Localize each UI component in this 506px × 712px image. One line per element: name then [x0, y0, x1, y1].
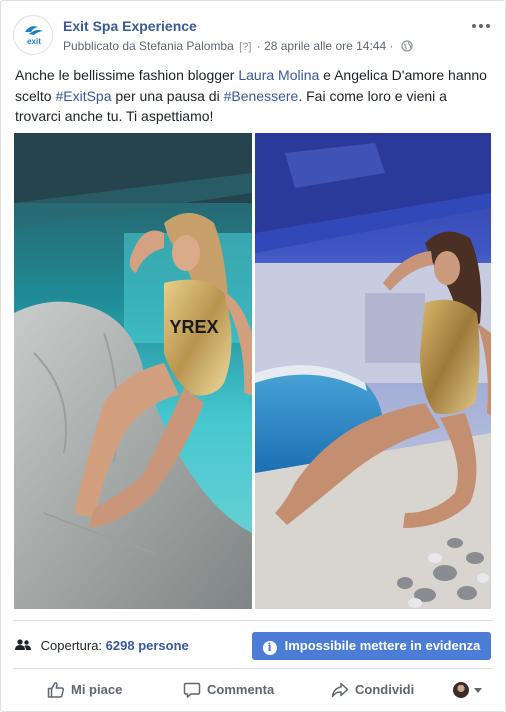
svg-text:exit: exit	[27, 37, 41, 46]
info-icon: i	[262, 641, 277, 655]
meta-separator: ·	[256, 39, 261, 53]
user-avatar	[453, 682, 469, 698]
exit-logo-icon: exit	[15, 17, 52, 54]
post-text: Anche le bellissime fashion blogger Laur…	[15, 65, 495, 127]
hashtag-exitspa[interactable]: #ExitSpa	[55, 88, 111, 104]
post-header: exit Exit Spa Experience Pubblicato da S…	[13, 13, 493, 57]
mention-laura-molina[interactable]: Laura Molina	[238, 67, 319, 83]
comment-button[interactable]: Commenta	[183, 673, 274, 707]
like-button[interactable]: Mi piace	[47, 673, 122, 707]
text-segment: per una pausa di	[111, 87, 224, 104]
boost-button[interactable]: i Impossibile mettere in evidenza	[252, 632, 491, 660]
published-by: Pubblicato da Stefania Palomba	[63, 39, 234, 53]
svg-text:YREX: YREX	[169, 317, 218, 337]
share-icon	[331, 682, 349, 698]
boost-label: Impossibile mettere in evidenza	[284, 638, 481, 653]
chevron-down-icon	[474, 688, 482, 693]
hashtag-benessere[interactable]: #Benessere	[224, 88, 299, 104]
text-segment: Anche le bellissime fashion blogger	[15, 67, 239, 83]
comment-label: Commenta	[207, 682, 275, 697]
share-button[interactable]: Condividi	[331, 673, 414, 707]
page-avatar[interactable]: exit	[13, 15, 53, 55]
post-card: exit Exit Spa Experience Pubblicato da S…	[0, 0, 506, 712]
reach-count[interactable]: 6298 persone	[106, 638, 189, 653]
post-photo-right[interactable]	[255, 133, 491, 609]
post-photo-left[interactable]: YREX	[14, 133, 252, 609]
reach-info: Copertura: 6298 persone	[15, 636, 189, 656]
reach-label: Copertura:	[40, 638, 103, 653]
post-meta: Pubblicato da Stefania Palomba [?] · 28 …	[63, 39, 413, 53]
share-label: Condividi	[355, 682, 415, 697]
comment-icon	[183, 682, 201, 698]
divider	[13, 620, 493, 621]
post-timestamp[interactable]: 28 aprile alle ore 14:44	[264, 39, 386, 53]
action-bar: Mi piace Commenta Condividi	[13, 673, 493, 707]
page-name-link[interactable]: Exit Spa Experience	[63, 18, 197, 34]
thumbs-up-icon	[47, 682, 64, 698]
like-label: Mi piace	[71, 682, 123, 697]
meta-separator-2: ·	[389, 39, 394, 53]
more-options-icon[interactable]	[471, 17, 491, 33]
divider	[13, 668, 493, 669]
people-icon	[15, 639, 31, 650]
help-marker[interactable]: [?]	[239, 41, 251, 53]
globe-icon[interactable]	[401, 40, 413, 52]
